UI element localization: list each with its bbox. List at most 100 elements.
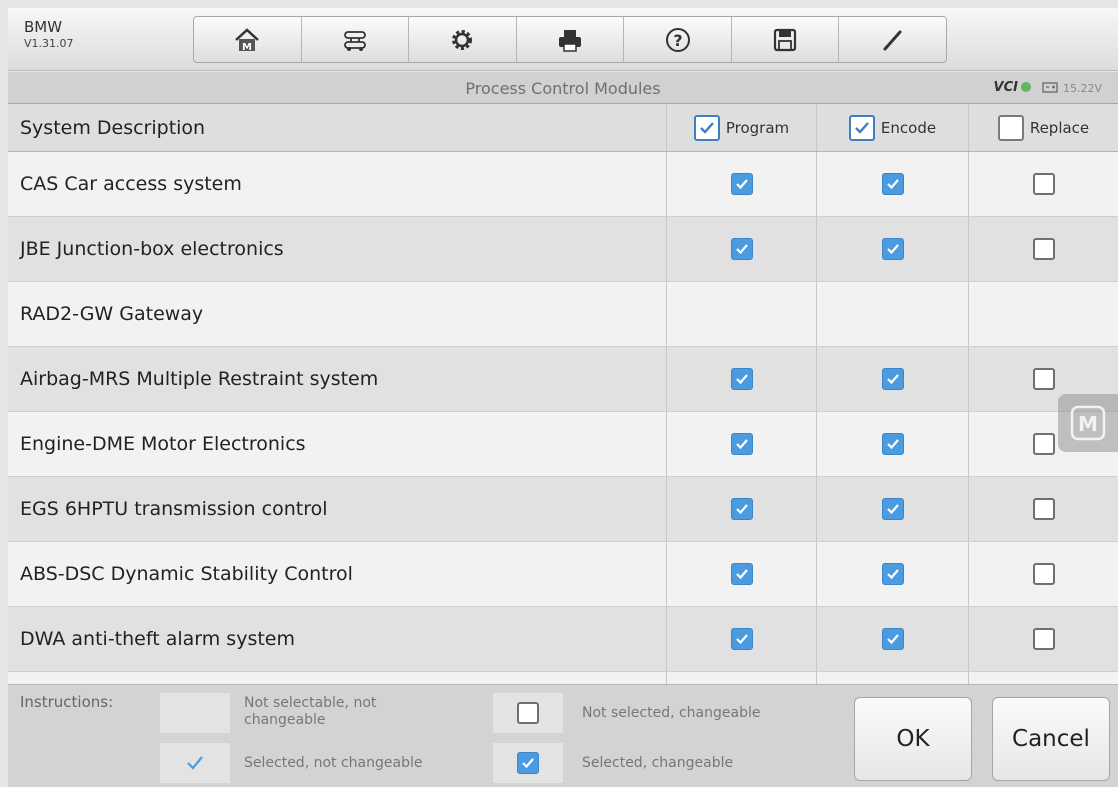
replace-checkbox[interactable] [1032, 563, 1055, 585]
checked-box-icon [517, 752, 539, 774]
table-row[interactable]: JBE Junction-box electronics [8, 217, 1118, 282]
floating-menu-button[interactable]: M [1058, 394, 1118, 452]
pencil-icon [883, 30, 902, 50]
print-icon [559, 29, 582, 52]
program-checkbox[interactable] [730, 238, 753, 260]
table-row[interactable]: Engine-DME Motor Electronics [8, 412, 1118, 477]
program-cell [666, 347, 816, 411]
replace-checkbox[interactable] [1032, 628, 1055, 650]
battery-icon [1042, 82, 1058, 93]
program-cell [666, 607, 816, 671]
save-icon [774, 28, 797, 51]
replace-checkbox[interactable] [1032, 433, 1055, 455]
top-toolbar: BMW V1.31.07 M ? [8, 8, 1118, 71]
help-icon: ? [665, 27, 690, 52]
replace-checkbox[interactable] [1032, 498, 1055, 520]
check-icon [855, 121, 869, 134]
program-checkbox[interactable] [730, 433, 753, 455]
system-description: Airbag-MRS Multiple Restraint system [20, 368, 379, 390]
app-version: V1.31.07 [24, 37, 74, 50]
program-checkbox[interactable] [730, 628, 753, 650]
replace-checkbox[interactable] [1032, 173, 1055, 195]
header-system-description: System Description [20, 116, 206, 139]
program-cell [666, 477, 816, 541]
legend-selected-fixed-swatch [160, 743, 230, 783]
help-button[interactable]: ? [624, 17, 732, 62]
encode-cell [816, 542, 968, 606]
encode-cell [816, 217, 968, 281]
toolbar-button-group: M ? [193, 16, 947, 63]
system-description: EGS 6HPTU transmission control [20, 498, 328, 520]
encode-checkbox[interactable] [881, 433, 904, 455]
header-encode-label: Encode [880, 118, 937, 137]
page-title: Process Control Modules [465, 79, 661, 98]
battery-voltage: 15.22V [1062, 82, 1102, 95]
svg-text:?: ? [673, 31, 682, 50]
replace-cell [968, 477, 1118, 541]
legend-not-selected-swatch [493, 693, 563, 733]
check-icon [187, 756, 203, 770]
program-cell [666, 152, 816, 216]
program-checkbox[interactable] [730, 498, 753, 520]
encode-checkbox[interactable] [881, 628, 904, 650]
replace-cell [968, 607, 1118, 671]
cancel-button[interactable]: Cancel [992, 697, 1110, 781]
program-checkbox[interactable] [730, 563, 753, 585]
encode-cell [816, 152, 968, 216]
app-screen: BMW V1.31.07 M ? Process Control Modules… [0, 0, 1118, 787]
program-all-checkbox[interactable] [693, 114, 720, 141]
system-description: RAD2-GW Gateway [20, 303, 204, 325]
header-replace[interactable]: Replace [968, 104, 1118, 151]
table-row[interactable]: Airbag-MRS Multiple Restraint system [8, 347, 1118, 412]
svg-text:M: M [242, 42, 252, 53]
instructions-label: Instructions: [20, 693, 114, 711]
legend-selected-fixed-text: Selected, not changeable [244, 755, 423, 771]
program-cell [666, 217, 816, 281]
header-program[interactable]: Program [666, 104, 816, 151]
legend-not-selectable-swatch [160, 693, 230, 733]
replace-checkbox[interactable] [1032, 238, 1055, 260]
table-header: System Description Program Encode Replac… [8, 104, 1118, 152]
table-row[interactable]: DWA anti-theft alarm system [8, 607, 1118, 672]
vci-label: VCI [993, 80, 1018, 95]
vci-connected-icon [1021, 82, 1031, 92]
gear-icon [452, 29, 473, 50]
vehicle-swap-button[interactable] [302, 17, 410, 62]
encode-cell [816, 282, 968, 346]
system-description: JBE Junction-box electronics [20, 238, 284, 260]
encode-checkbox[interactable] [881, 368, 904, 390]
program-cell [666, 412, 816, 476]
legend-selected-changeable-swatch [493, 743, 563, 783]
table-row[interactable]: RAD2-GW Gateway [8, 282, 1118, 347]
table-row[interactable]: CAS Car access system [8, 152, 1118, 217]
home-button[interactable]: M [194, 17, 302, 62]
replace-cell [968, 152, 1118, 216]
table-row[interactable]: EGS 6HPTU transmission control [8, 477, 1118, 542]
legend-selected-changeable-text: Selected, changeable [582, 755, 734, 771]
brand-name: BMW [24, 18, 63, 36]
ok-button[interactable]: OK [854, 697, 972, 781]
encode-checkbox[interactable] [881, 238, 904, 260]
legend-not-selected-text: Not selected, changeable [582, 705, 761, 721]
encode-cell [816, 477, 968, 541]
program-checkbox[interactable] [730, 368, 753, 390]
footer-legend: Instructions: Not selectable, not change… [8, 684, 1118, 787]
program-checkbox[interactable] [730, 173, 753, 195]
header-encode[interactable]: Encode [816, 104, 968, 151]
encode-checkbox[interactable] [881, 563, 904, 585]
table-row[interactable]: ABS-DSC Dynamic Stability Control [8, 542, 1118, 607]
replace-cell [968, 282, 1118, 346]
encode-cell [816, 412, 968, 476]
settings-button[interactable] [409, 17, 517, 62]
save-button[interactable] [732, 17, 840, 62]
system-description: ABS-DSC Dynamic Stability Control [20, 563, 353, 585]
encode-all-checkbox[interactable] [848, 114, 875, 141]
app-brand: BMW V1.31.07 [24, 18, 74, 52]
replace-checkbox[interactable] [1032, 368, 1055, 390]
replace-all-checkbox[interactable] [997, 114, 1024, 141]
print-button[interactable] [517, 17, 625, 62]
vehicle-swap-icon [343, 30, 366, 51]
edit-button[interactable] [839, 17, 946, 62]
encode-checkbox[interactable] [881, 498, 904, 520]
encode-checkbox[interactable] [881, 173, 904, 195]
